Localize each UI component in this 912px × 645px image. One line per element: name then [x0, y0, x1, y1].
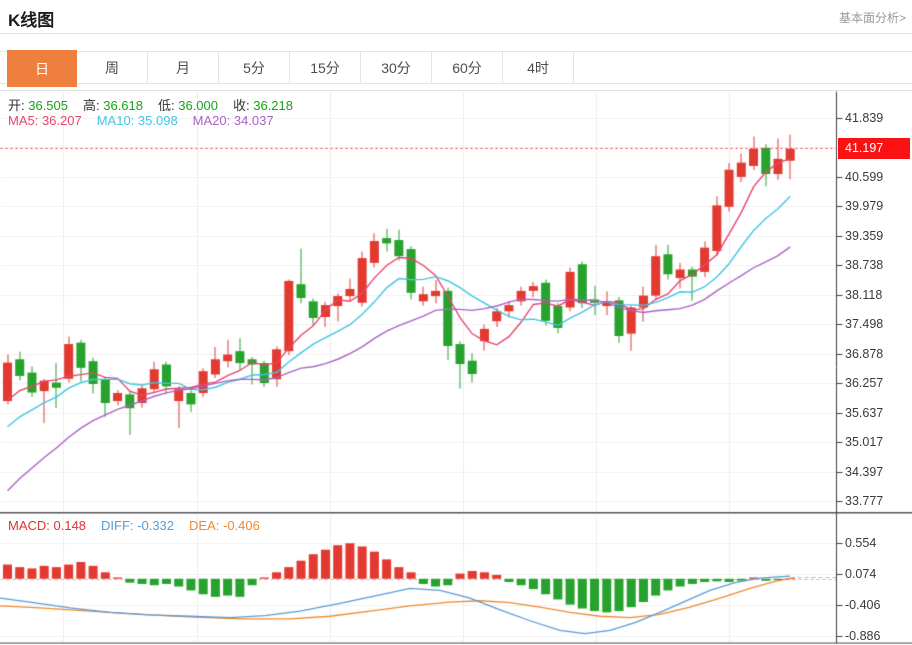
legend-value: -0.406: [219, 518, 259, 533]
tab-0[interactable]: 日: [7, 50, 77, 87]
legend-label: MA5:: [8, 113, 38, 128]
legend-label: MA10:: [97, 113, 135, 128]
y-axis-tick: 33.777: [845, 493, 907, 509]
kline-chart-area: 开: 36.505 高: 36.618 低: 36.000 收: 36.218 MA5…: [0, 90, 912, 645]
legend-label: 低:: [158, 98, 175, 113]
legend-value: 35.098: [134, 113, 177, 128]
y-axis-tick: 39.979: [845, 198, 907, 214]
tab-5[interactable]: 30分: [361, 52, 432, 83]
legend-label: DEA:: [189, 518, 219, 533]
interval-tab-bar: 日周月5分15分30分60分4时: [0, 51, 912, 84]
y-axis-tick: 35.637: [845, 405, 907, 421]
legend-value: -0.332: [134, 518, 174, 533]
legend-label: 高:: [83, 98, 100, 113]
y-axis-tick: 38.738: [845, 257, 907, 273]
tab-4[interactable]: 15分: [290, 52, 361, 83]
ohlc-legend: 开: 36.505 高: 36.618 低: 36.000 收: 36.218: [8, 95, 308, 114]
macd-y-axis-tick: -0.886: [845, 628, 907, 644]
y-axis-tick: 35.017: [845, 434, 907, 450]
y-axis-tick: 34.397: [845, 464, 907, 480]
legend-label: MACD:: [8, 518, 50, 533]
y-axis-tick: 38.118: [845, 287, 907, 303]
y-axis-tick: 36.257: [845, 375, 907, 391]
y-axis-tick: 39.359: [845, 228, 907, 244]
tab-2[interactable]: 月: [148, 52, 219, 83]
y-axis-tick: 36.878: [845, 346, 907, 362]
y-axis-tick: 40.599: [845, 169, 907, 185]
fundamental-analysis-link[interactable]: 基本面分析>: [839, 9, 906, 26]
y-axis-tick: 41.839: [845, 110, 907, 126]
page-title: K线图: [8, 6, 54, 31]
y-axis-tick: 37.498: [845, 316, 907, 332]
ma-legend: MA5: 36.207 MA10: 35.098 MA20: 34.037: [8, 113, 289, 128]
legend-value: 36.207: [38, 113, 81, 128]
kline-chart-canvas[interactable]: [0, 91, 912, 645]
page-header: K线图 基本面分析>: [0, 0, 912, 34]
legend-label: 开:: [8, 98, 25, 113]
macd-y-axis-tick: 0.074: [845, 566, 907, 582]
legend-value: 34.037: [230, 113, 273, 128]
macd-legend: MACD: 0.148 DIFF: -0.332 DEA: -0.406: [8, 518, 275, 533]
tab-6[interactable]: 60分: [432, 52, 503, 83]
macd-y-axis-tick: 0.554: [845, 535, 907, 551]
legend-label: 收:: [233, 98, 250, 113]
legend-value: 36.218: [250, 98, 293, 113]
legend-value: 36.000: [175, 98, 218, 113]
macd-y-axis-tick: -0.406: [845, 597, 907, 613]
tab-3[interactable]: 5分: [219, 52, 290, 83]
tab-1[interactable]: 周: [77, 52, 148, 83]
legend-value: 36.618: [100, 98, 143, 113]
legend-label: MA20:: [193, 113, 231, 128]
legend-value: 0.148: [50, 518, 86, 533]
legend-value: 36.505: [25, 98, 68, 113]
kline-page: K线图 基本面分析> 日周月5分15分30分60分4时 开: 36.505 高: …: [0, 0, 912, 645]
tab-7[interactable]: 4时: [503, 52, 574, 83]
current-price-tag: 41.197: [838, 138, 910, 159]
legend-label: DIFF:: [101, 518, 134, 533]
